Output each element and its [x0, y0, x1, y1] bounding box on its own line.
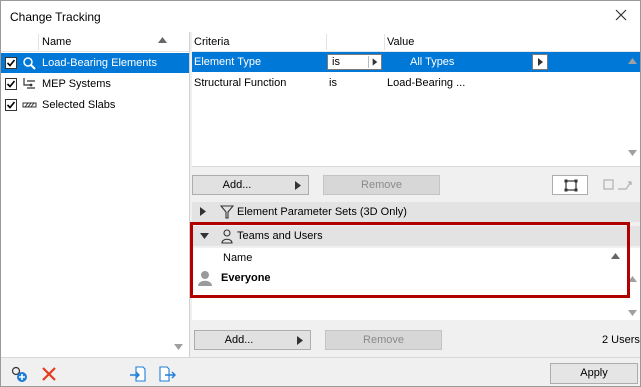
criteria-value: All Types	[410, 56, 455, 68]
scroll-up-icon[interactable]	[628, 276, 637, 282]
user-icon	[198, 271, 212, 286]
close-icon[interactable]	[614, 8, 628, 22]
sets-list: Name Load-Bearing Elements MEP Systems S…	[1, 32, 190, 357]
delete-icon[interactable]	[40, 365, 58, 383]
import-icon[interactable]	[129, 365, 147, 383]
value-column[interactable]: Value	[387, 36, 414, 48]
criteria-row[interactable]: Element Type is All Types	[192, 52, 640, 72]
play-arrow-icon	[368, 56, 378, 68]
set-item-label: Selected Slabs	[42, 99, 116, 111]
set-item-label: Load-Bearing Elements	[42, 57, 157, 69]
selection-frame-icon	[564, 179, 578, 192]
set-checkbox[interactable]	[5, 78, 17, 90]
sets-list-header: Name	[1, 32, 189, 52]
criteria-column[interactable]: Criteria	[194, 36, 229, 48]
user-icon	[221, 229, 233, 244]
operator-value: is	[329, 77, 337, 89]
operator-value: is	[332, 56, 340, 68]
set-checkbox[interactable]	[5, 57, 17, 69]
scroll-up-icon[interactable]	[628, 58, 637, 64]
new-set-icon[interactable]	[10, 365, 28, 383]
header-divider	[38, 34, 39, 50]
remove-user-button[interactable]: Remove	[325, 330, 442, 350]
filter-icon	[220, 205, 234, 219]
selection-arrow-icon	[603, 179, 632, 190]
title-bar: Change Tracking	[1, 1, 640, 32]
sets-column-name[interactable]: Name	[42, 36, 71, 48]
criteria-name: Element Type	[194, 56, 262, 68]
dialog-title: Change Tracking	[10, 10, 101, 24]
chevron-down-icon	[200, 233, 209, 239]
user-row[interactable]: Everyone	[192, 268, 640, 288]
users-column-name[interactable]: Name	[223, 252, 252, 264]
users-count: 2 Users	[602, 334, 640, 346]
add-criteria-label: Add...	[222, 179, 252, 191]
teams-users-section[interactable]: Teams and Users	[192, 226, 640, 246]
users-header: Name	[192, 248, 640, 268]
play-arrow-icon	[295, 181, 301, 190]
apply-label: Apply	[580, 367, 608, 379]
criteria-name: Structural Function	[194, 77, 287, 89]
play-arrow-icon	[538, 58, 543, 66]
value-select-button[interactable]	[532, 54, 548, 70]
criteria-row[interactable]: Structural Function is Load-Bearing ...	[192, 73, 640, 93]
add-user-button[interactable]: Add...	[194, 330, 311, 350]
section-title: Teams and Users	[237, 230, 323, 242]
apply-button[interactable]: Apply	[550, 363, 638, 384]
remove-criteria-button[interactable]: Remove	[323, 175, 440, 195]
operator-select[interactable]: is	[327, 54, 382, 70]
change-tracking-dialog: Change Tracking Name Load-Bearing Elemen…	[0, 0, 641, 387]
sort-ascending-icon[interactable]	[611, 253, 620, 259]
column-divider	[384, 34, 385, 50]
remove-criteria-label: Remove	[361, 179, 402, 191]
play-arrow-icon	[297, 336, 303, 345]
chevron-right-icon	[200, 207, 206, 216]
scroll-down-icon[interactable]	[174, 344, 183, 350]
user-name: Everyone	[221, 272, 271, 284]
add-user-label: Add...	[224, 334, 254, 346]
sort-ascending-icon[interactable]	[158, 37, 167, 43]
section-title: Element Parameter Sets (3D Only)	[237, 206, 407, 218]
column-divider	[326, 34, 327, 50]
remove-user-label: Remove	[363, 334, 404, 346]
parameter-sets-section[interactable]: Element Parameter Sets (3D Only)	[192, 202, 640, 222]
criteria-value: Load-Bearing ...	[387, 77, 466, 89]
criteria-table: Criteria Value Element Type is All Types…	[192, 32, 640, 167]
scroll-down-icon[interactable]	[628, 310, 637, 316]
select-elements-button[interactable]	[552, 175, 588, 195]
export-icon[interactable]	[158, 365, 176, 383]
footer-bar: Apply	[1, 357, 640, 387]
add-criteria-button[interactable]: Add...	[192, 175, 309, 195]
pick-selection-button[interactable]	[602, 178, 638, 194]
set-item-mep-systems[interactable]: MEP Systems	[1, 74, 189, 94]
criteria-header: Criteria Value	[192, 32, 640, 52]
slab-icon	[22, 102, 37, 108]
set-item-load-bearing[interactable]: Load-Bearing Elements	[1, 53, 189, 73]
magnifier-icon	[23, 57, 36, 70]
mep-icon	[23, 78, 35, 89]
scroll-down-icon[interactable]	[628, 150, 637, 156]
set-item-selected-slabs[interactable]: Selected Slabs	[1, 95, 189, 115]
set-item-label: MEP Systems	[42, 78, 111, 90]
set-checkbox[interactable]	[5, 99, 17, 111]
users-table: Name Everyone	[192, 248, 640, 320]
